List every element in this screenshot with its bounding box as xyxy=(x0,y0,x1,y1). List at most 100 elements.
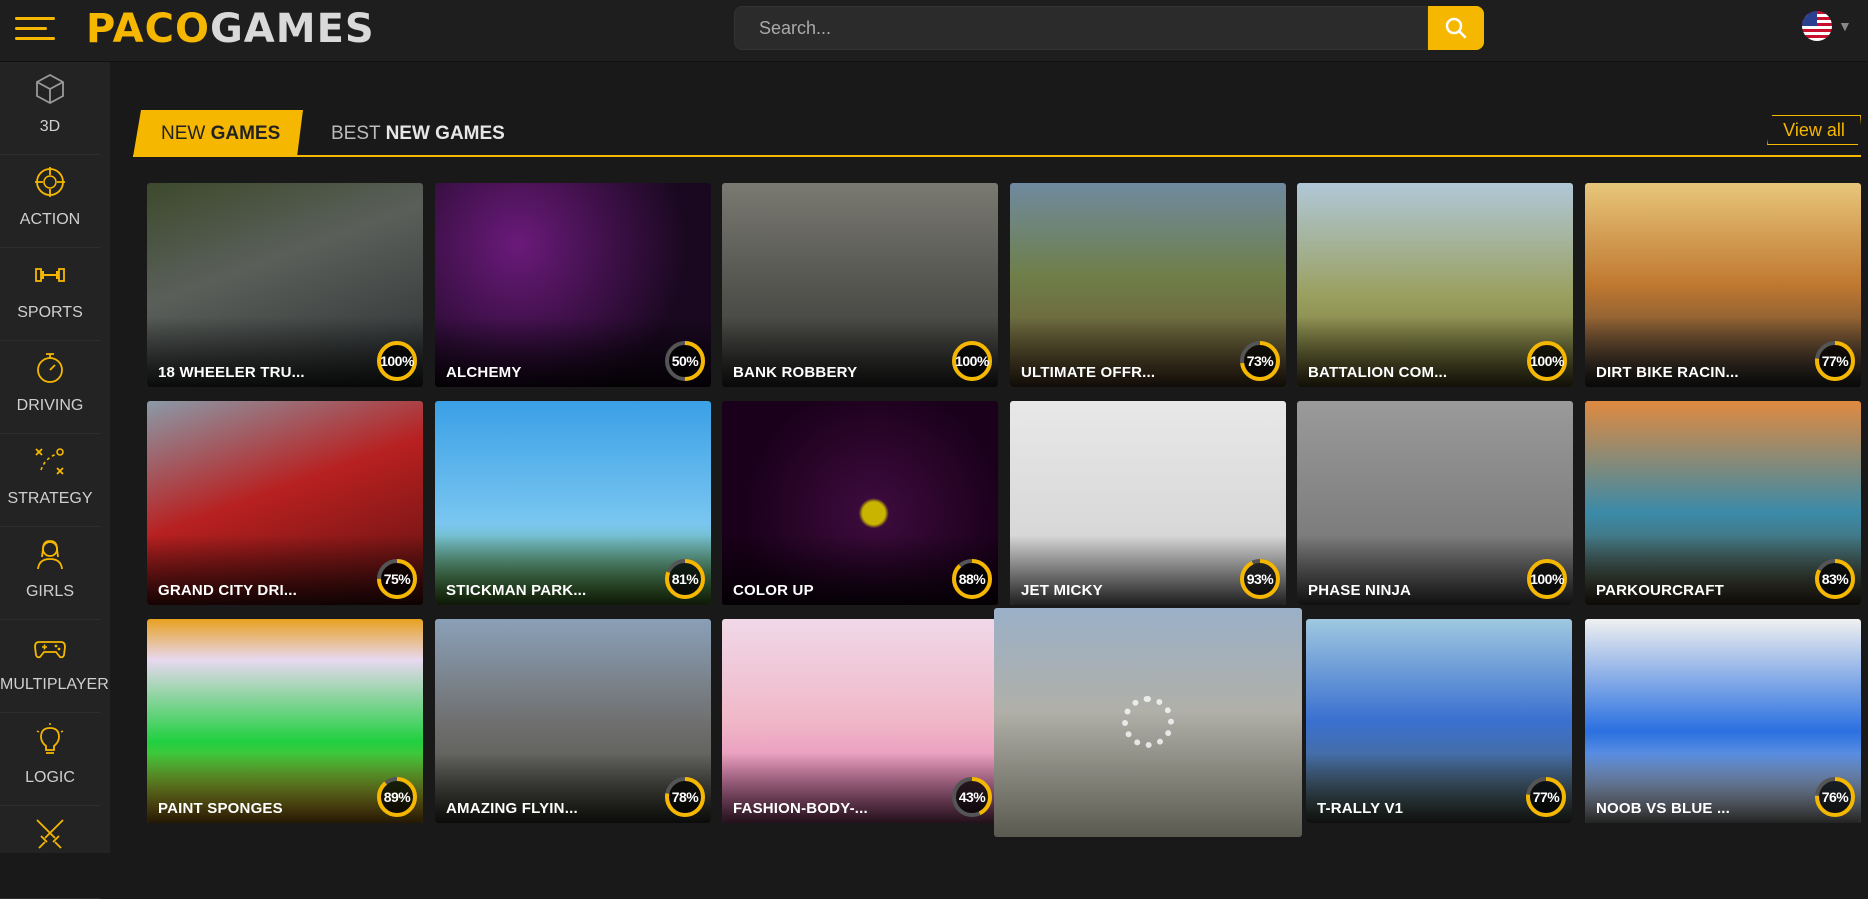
rating-percent: 93% xyxy=(1246,571,1274,587)
rating-percent: 78% xyxy=(671,789,699,805)
game-card[interactable]: PHASE NINJA 100% xyxy=(1297,401,1573,605)
rating-ring: 93% xyxy=(1238,557,1282,601)
game-title: PARKOURCRAFT xyxy=(1596,582,1724,599)
chevron-down-icon[interactable]: ▼ xyxy=(1838,18,1852,34)
game-title: NOOB VS BLUE ... xyxy=(1596,800,1731,817)
rating-percent: 100% xyxy=(955,353,989,369)
game-card[interactable]: JET MICKY 93% xyxy=(1010,401,1286,605)
tab-best-new-games[interactable]: BEST NEW GAMES xyxy=(331,110,505,157)
rating-percent: 50% xyxy=(671,353,699,369)
rating-ring: 100% xyxy=(375,339,419,383)
rating-ring: 50% xyxy=(663,339,707,383)
game-card[interactable] xyxy=(994,608,1302,837)
sidebar-item-sports[interactable]: SPORTS xyxy=(0,248,100,341)
game-title: T-RALLY V1 xyxy=(1317,800,1404,817)
rating-ring: 89% xyxy=(375,775,419,819)
rating-ring: 83% xyxy=(1813,557,1857,601)
rating-ring: 100% xyxy=(950,339,994,383)
game-title: STICKMAN PARK... xyxy=(446,582,587,599)
rating-percent: 76% xyxy=(1821,789,1849,805)
search-bar xyxy=(734,6,1484,50)
game-card[interactable]: COLOR UP 88% xyxy=(722,401,998,605)
search-button[interactable] xyxy=(1428,6,1484,50)
rating-percent: 89% xyxy=(383,789,411,805)
game-title: GRAND CITY DRI... xyxy=(158,582,297,599)
crosshair-icon xyxy=(35,167,65,197)
game-card[interactable]: STICKMAN PARK... 81% xyxy=(435,401,711,605)
rating-percent: 77% xyxy=(1821,353,1849,369)
rating-percent: 43% xyxy=(958,789,986,805)
sidebar-item-strategy[interactable]: STRATEGY xyxy=(0,434,100,527)
rating-ring: 77% xyxy=(1813,339,1857,383)
rating-percent: 73% xyxy=(1246,353,1274,369)
game-title: ALCHEMY xyxy=(446,364,522,381)
rating-percent: 100% xyxy=(1530,571,1564,587)
sidebar-item-driving[interactable]: DRIVING xyxy=(0,341,100,434)
rating-ring: 43% xyxy=(950,775,994,819)
category-sidebar: 3D ACTION SPORTS DRIVING STRATEGY GIRLS … xyxy=(0,62,110,899)
stopwatch-icon xyxy=(37,353,63,383)
game-title: FASHION-BODY-... xyxy=(733,800,868,817)
rating-ring: 75% xyxy=(375,557,419,601)
game-card[interactable]: DIRT BIKE RACIN... 77% xyxy=(1585,183,1861,387)
rating-percent: 81% xyxy=(671,571,699,587)
rating-ring: 100% xyxy=(1525,339,1569,383)
rating-ring: 73% xyxy=(1238,339,1282,383)
loading-spinner-icon xyxy=(1122,696,1174,748)
section-tabs: NEW GAMES BEST NEW GAMES xyxy=(133,110,1861,157)
rating-ring: 88% xyxy=(950,557,994,601)
menu-hamburger-icon[interactable] xyxy=(15,17,55,41)
lightbulb-icon xyxy=(36,723,64,754)
game-card[interactable]: GRAND CITY DRI... 75% xyxy=(147,401,423,605)
game-card[interactable]: BATTALION COM... 100% xyxy=(1297,183,1573,387)
rating-percent: 83% xyxy=(1821,571,1849,587)
game-title: BANK ROBBERY xyxy=(733,364,858,381)
us-flag-icon[interactable] xyxy=(1802,11,1832,41)
game-title: PAINT SPONGES xyxy=(158,800,283,817)
cube-icon xyxy=(36,73,64,105)
game-card[interactable]: FASHION-BODY-... 43% xyxy=(722,619,998,823)
rating-percent: 88% xyxy=(958,571,986,587)
game-title: DIRT BIKE RACIN... xyxy=(1596,364,1739,381)
dumbbell-icon xyxy=(35,268,65,282)
game-card[interactable]: 18 WHEELER TRU... 100% xyxy=(147,183,423,387)
rating-ring: 100% xyxy=(1525,557,1569,601)
game-title: AMAZING FLYIN... xyxy=(446,800,578,817)
top-bar: PACOGAMES ▼ xyxy=(0,0,1868,62)
tab-new-games[interactable]: NEW GAMES xyxy=(133,110,303,157)
game-title: ULTIMATE OFFR... xyxy=(1021,364,1156,381)
game-card[interactable]: PAINT SPONGES 89% xyxy=(147,619,423,823)
swords-icon xyxy=(36,819,64,849)
rating-percent: 100% xyxy=(1530,353,1564,369)
game-card[interactable]: NOOB VS BLUE ... 76% xyxy=(1585,619,1861,823)
game-title: BATTALION COM... xyxy=(1308,364,1448,381)
sidebar-item-action[interactable]: ACTION xyxy=(0,155,100,248)
view-all-button[interactable]: View all xyxy=(1767,115,1861,145)
rating-percent: 100% xyxy=(380,353,414,369)
game-card[interactable]: BANK ROBBERY 100% xyxy=(722,183,998,387)
strategy-icon xyxy=(35,448,64,475)
game-title: PHASE NINJA xyxy=(1308,582,1412,599)
rating-ring: 77% xyxy=(1524,775,1568,819)
sidebar-item-logic[interactable]: LOGIC xyxy=(0,713,100,806)
rating-percent: 77% xyxy=(1532,789,1560,805)
gamepad-icon xyxy=(34,641,66,659)
game-card[interactable]: T-RALLY V1 77% xyxy=(1306,619,1572,823)
game-card[interactable]: PARKOURCRAFT 83% xyxy=(1585,401,1861,605)
game-card[interactable]: ULTIMATE OFFR... 73% xyxy=(1010,183,1286,387)
girl-icon xyxy=(37,540,63,570)
sidebar-item-girls[interactable]: GIRLS xyxy=(0,527,100,620)
rating-ring: 76% xyxy=(1813,775,1857,819)
sidebar-item-multiplayer[interactable]: MULTIPLAYER xyxy=(0,620,109,713)
game-title: 18 WHEELER TRU... xyxy=(158,364,305,381)
rating-ring: 81% xyxy=(663,557,707,601)
game-title: COLOR UP xyxy=(733,582,814,599)
sidebar-item-3d[interactable]: 3D xyxy=(0,62,100,155)
game-card[interactable]: AMAZING FLYIN... 78% xyxy=(435,619,711,823)
game-title: JET MICKY xyxy=(1021,582,1103,599)
search-input[interactable] xyxy=(734,6,1428,50)
rating-ring: 78% xyxy=(663,775,707,819)
site-logo[interactable]: PACO GAMES xyxy=(86,4,375,54)
search-icon xyxy=(1445,17,1467,39)
game-card[interactable]: ALCHEMY 50% xyxy=(435,183,711,387)
